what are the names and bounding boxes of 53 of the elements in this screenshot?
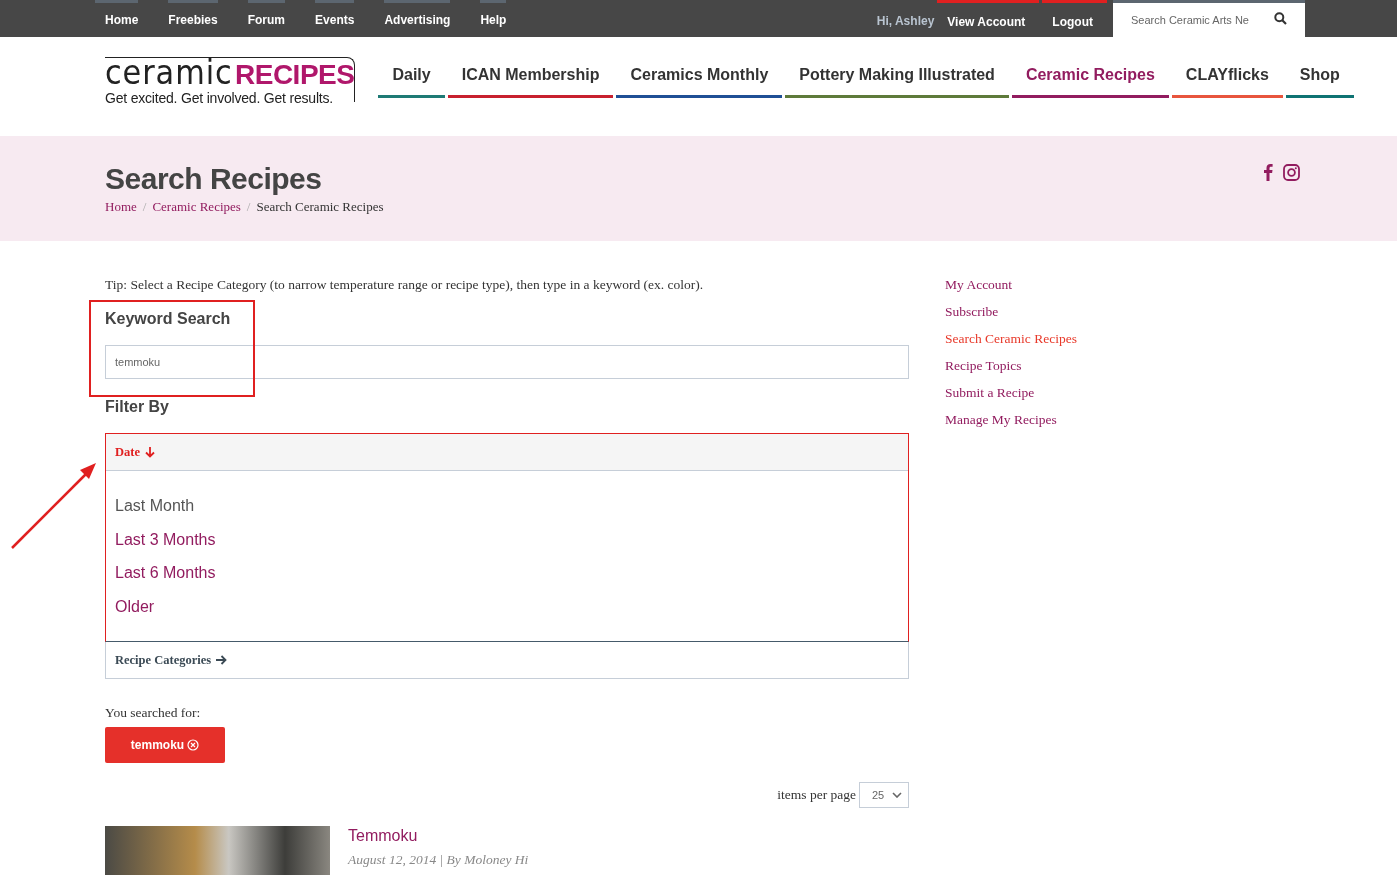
sidebar-link[interactable]: Manage My Recipes — [945, 412, 1077, 428]
keyword-search-field[interactable]: temmoku — [105, 345, 909, 379]
search-icon[interactable] — [1274, 12, 1287, 25]
main-nav-tab[interactable]: ICAN Membership — [447, 57, 614, 98]
filter-option[interactable]: Older — [115, 589, 899, 623]
remove-icon[interactable] — [187, 739, 200, 751]
items-per-page-label: items per page — [777, 787, 856, 803]
greeting: Hi, Ashley — [876, 12, 935, 30]
top-nav-link[interactable]: Help — [480, 0, 507, 37]
filter-option[interactable]: Last 3 Months — [115, 522, 899, 556]
sidebar-link[interactable]: Subscribe — [945, 304, 1077, 320]
logo[interactable]: ceramic RECIPES Get excited. Get involved. Get results. — [105, 57, 356, 102]
top-nav-link[interactable]: Events — [315, 0, 355, 37]
top-nav-link[interactable]: Freebies — [168, 0, 218, 37]
filter-option[interactable]: Last 6 Months — [115, 556, 899, 590]
top-nav-link[interactable]: Home — [95, 0, 139, 37]
main-nav-tab[interactable]: Ceramics Monthly — [616, 57, 783, 98]
main-nav-tab[interactable]: Ceramic Recipes — [1011, 57, 1169, 98]
account-link[interactable]: View Account — [937, 0, 1040, 37]
main-nav-tab[interactable]: CLAYflicks — [1171, 57, 1283, 98]
breadcrumb-separator: / — [246, 199, 251, 214]
main-nav-tab[interactable]: Pottery Making Illustrated — [785, 57, 1009, 98]
arrow-right-icon — [216, 655, 228, 665]
chevron-down-icon — [892, 792, 902, 798]
tip-text: Tip: Select a Recipe Category (to narrow temperature range or recipe type), then type in a keyword (ex. color). — [105, 277, 705, 293]
result-meta: August 12, 2014 | By Moloney Hi — [348, 852, 529, 868]
site-search-field[interactable]: Search Ceramic Arts Ne — [1113, 0, 1305, 37]
filter-section-header[interactable]: Date — [106, 434, 908, 471]
breadcrumb-separator: / — [142, 199, 147, 214]
page-title: Search Recipes — [105, 162, 323, 196]
breadcrumb-link[interactable]: Ceramic Recipes — [152, 199, 241, 214]
sidebar-link[interactable]: My Account — [945, 277, 1077, 293]
sidebar-link[interactable]: Recipe Topics — [945, 358, 1077, 374]
result-title[interactable]: Temmoku — [348, 827, 529, 845]
breadcrumb-current: Search Ceramic Recipes — [256, 199, 384, 214]
facebook-icon[interactable] — [1263, 163, 1273, 181]
filter-option[interactable]: Last Month — [115, 489, 899, 523]
account-link[interactable]: Logout — [1042, 0, 1107, 37]
searched-for-label: You searched for: — [105, 705, 202, 721]
main-nav-tab[interactable]: Shop — [1285, 57, 1354, 98]
sidebar-link[interactable]: Search Ceramic Recipes — [945, 331, 1077, 347]
arrow-down-icon — [145, 446, 155, 458]
keyword-search-heading: Keyword Search — [105, 310, 232, 328]
breadcrumb-link[interactable]: Home — [105, 199, 137, 214]
top-nav-link[interactable]: Forum — [247, 0, 286, 37]
top-nav-link[interactable]: Advertising — [384, 0, 451, 37]
items-per-page-select[interactable]: 25 — [859, 782, 909, 808]
main-nav-tab[interactable]: Daily — [378, 57, 445, 98]
sidebar-link[interactable]: Submit a Recipe — [945, 385, 1077, 401]
instagram-icon[interactable] — [1283, 163, 1300, 181]
filter-heading: Filter By — [105, 398, 170, 416]
search-term-chip[interactable]: temmoku — [105, 727, 225, 763]
filter-section-header[interactable]: Recipe Categories — [106, 642, 908, 678]
